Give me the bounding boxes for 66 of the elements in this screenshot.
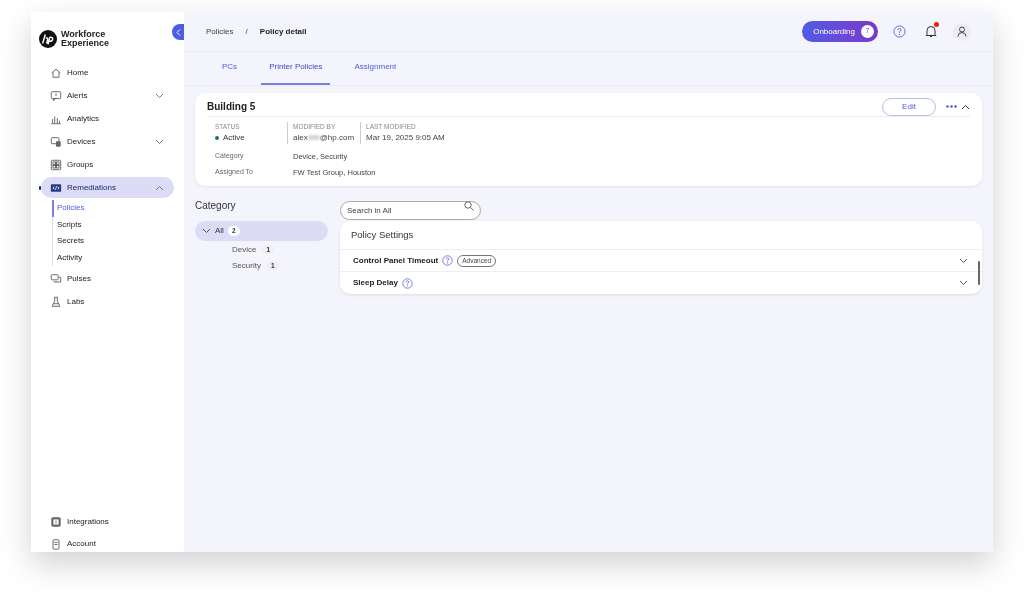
search-icon [464, 200, 474, 211]
collapse-button[interactable] [172, 24, 184, 40]
nav-label: Home [67, 66, 89, 79]
nav-label: Remediations [67, 181, 116, 194]
flask-icon [50, 295, 62, 308]
nav-label: Analytics [67, 112, 99, 125]
category-title: Category [195, 199, 237, 214]
chevron-down-icon[interactable] [959, 257, 968, 264]
last-modified-value: Mar 19, 2025 9:05 AM [366, 131, 445, 144]
help-icon[interactable] [893, 25, 906, 38]
nav-item[interactable]: Devices [41, 131, 174, 152]
nav-item[interactable]: Alerts [41, 85, 174, 106]
nav-label: Groups [67, 158, 94, 171]
category-label: Device [232, 243, 257, 256]
tab[interactable]: PCs [214, 51, 246, 85]
nav-label: Labs [67, 295, 85, 308]
subnav-item[interactable]: Secrets [52, 233, 174, 250]
nav-item[interactable]: Pulses [41, 268, 174, 289]
collapse-icon[interactable] [961, 103, 970, 110]
nav-item-selected[interactable]: Remediations [41, 177, 174, 198]
subnav-item[interactable]: Scripts [52, 216, 174, 233]
nav-item[interactable]: Groups [41, 154, 174, 175]
modified-by-end: @hp.com [319, 131, 355, 144]
integrations-icon [50, 515, 62, 528]
home-icon [50, 66, 62, 79]
tab[interactable]: Assignment [346, 51, 405, 85]
nav-item[interactable]: Account [67, 537, 96, 550]
category-label: Security [232, 260, 261, 272]
modified-by-start: alex [293, 131, 308, 144]
settings-title: Policy Settings [340, 221, 982, 251]
more-icon[interactable] [946, 105, 957, 108]
nav-label: Pulses [67, 272, 91, 285]
scrollbar[interactable] [978, 261, 980, 286]
nav-item[interactable]: Labs [41, 291, 174, 312]
search-field[interactable]: Search in All [340, 201, 481, 221]
code-icon [50, 181, 62, 194]
breadcrumb-separator: / [245, 25, 248, 38]
logo-icon [39, 29, 57, 48]
nav-item[interactable]: Home [41, 62, 174, 83]
setting-label: Control Panel Timeout [353, 254, 439, 267]
chevron-down-icon [202, 228, 211, 235]
brand-name: Workforce Experience [61, 29, 111, 48]
chevron-down-icon[interactable] [959, 280, 968, 287]
nav-label: Devices [67, 135, 96, 148]
devices-icon [50, 135, 62, 148]
status-value: Active [223, 131, 245, 144]
setting-label: Sleep Delay [353, 277, 398, 290]
breadcrumb-current: Policy detail [259, 25, 307, 38]
avatar-icon[interactable] [953, 22, 971, 41]
chevron-left-icon [175, 28, 181, 36]
tab[interactable]: Printer Policies [261, 51, 331, 85]
breadcrumb-link[interactable]: Policies [206, 25, 234, 38]
nav-label: Alerts [67, 89, 88, 102]
policy-title: Building 5 [207, 100, 256, 114]
chat-icon [50, 272, 62, 285]
subnav-item[interactable]: Policies [52, 200, 174, 217]
badge-icon [50, 537, 62, 550]
subnav-item[interactable]: Activity [52, 249, 174, 266]
nav-item[interactable]: Integrations [67, 515, 109, 528]
bell-icon[interactable] [925, 25, 937, 38]
nav-item[interactable]: Analytics [41, 108, 174, 129]
grid-icon [50, 158, 62, 171]
blurred-text [307, 135, 320, 141]
category-label: All [215, 225, 224, 238]
selection-marker [39, 185, 41, 190]
alert-icon [50, 89, 62, 102]
